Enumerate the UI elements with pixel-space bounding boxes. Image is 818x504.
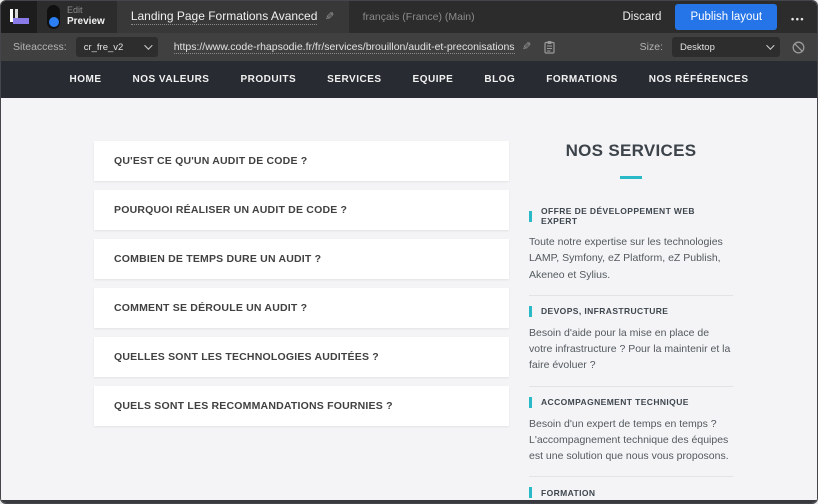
topbar-actions: Discard Publish layout — [622, 1, 817, 33]
service-section: ACCOMPAGNEMENT TECHNIQUE Besoin d'un exp… — [529, 387, 733, 478]
toggle-labels: Edit Preview — [67, 5, 105, 29]
rotate-disabled-icon[interactable] — [792, 41, 805, 54]
siteaccess-value: cr_fre_v2 — [83, 41, 124, 53]
service-header: FORMATION — [529, 487, 733, 499]
preview-mode-label[interactable]: Preview — [67, 16, 105, 29]
nav-item-equipe[interactable]: EQUIPE — [413, 74, 454, 85]
faq-question: QU'EST CE QU'UN AUDIT DE CODE ? — [114, 155, 308, 167]
service-header: ACCOMPAGNEMENT TECHNIQUE — [529, 396, 733, 408]
edit-preview-toggle[interactable]: Edit Preview — [37, 1, 117, 33]
page-title-panel: Landing Page Formations Avanced — [116, 1, 349, 33]
nav-item-nos-references[interactable]: NOS RÉFÉRENCES — [649, 74, 749, 85]
app-logo[interactable] — [1, 1, 37, 33]
siteaccess-label: Siteaccess: — [13, 41, 67, 53]
chevron-down-icon — [143, 41, 153, 50]
service-title[interactable]: ACCOMPAGNEMENT TECHNIQUE — [541, 397, 689, 407]
siteaccess-toolbar: Siteaccess: cr_fre_v2 https://www.code-r… — [1, 33, 817, 61]
service-description: Toute notre expertise sur les technologi… — [529, 236, 723, 281]
size-label: Size: — [639, 41, 663, 53]
service-title[interactable]: DEVOPS, INFRASTRUCTURE — [541, 306, 668, 316]
toggle-switch[interactable] — [47, 5, 60, 29]
nav-item-nos-valeurs[interactable]: NOS VALEURS — [132, 74, 209, 85]
service-section: DEVOPS, INFRASTRUCTURE Besoin d'aide pou… — [529, 296, 733, 387]
site-navigation: HOME NOS VALEURS PRODUITS SERVICES EQUIP… — [1, 61, 817, 98]
nav-item-blog[interactable]: BLOG — [484, 74, 515, 85]
edit-mode-label[interactable]: Edit — [67, 5, 105, 16]
faq-question: POURQUOI RÉALISER UN AUDIT DE CODE ? — [114, 204, 348, 216]
nav-item-produits[interactable]: PRODUITS — [240, 74, 296, 85]
faq-item[interactable]: QU'EST CE QU'UN AUDIT DE CODE ? — [94, 141, 509, 181]
siteaccess-select[interactable]: cr_fre_v2 — [75, 37, 158, 57]
services-sidebar: NOS SERVICES OFFRE DE DÉVELOPPEMENT WEB … — [529, 141, 733, 500]
page-builder-window: Edit Preview Landing Page Formations Ava… — [0, 0, 818, 504]
chevron-down-icon — [766, 41, 775, 50]
edit-title-pencil-icon[interactable] — [325, 12, 334, 23]
faq-item[interactable]: POURQUOI RÉALISER UN AUDIT DE CODE ? — [94, 190, 509, 230]
language-label: français (France) (Main) — [362, 11, 475, 23]
services-heading: NOS SERVICES — [565, 141, 697, 160]
heading-accent-dash — [620, 176, 642, 179]
faq-item[interactable]: QUELS SONT LES RECOMMANDATIONS FOURNIES … — [94, 386, 509, 426]
size-select[interactable]: Desktop — [672, 37, 780, 57]
service-title[interactable]: FORMATION — [541, 488, 595, 498]
page-title[interactable]: Landing Page Formations Avanced — [130, 9, 318, 25]
accent-bar-icon — [529, 305, 532, 317]
service-header: OFFRE DE DÉVELOPPEMENT WEB EXPERT — [529, 206, 733, 226]
services-list: OFFRE DE DÉVELOPPEMENT WEB EXPERT Toute … — [529, 196, 733, 500]
ibexa-logo-icon — [9, 9, 29, 25]
page-preview-content: QU'EST CE QU'UN AUDIT DE CODE ? POURQUOI… — [1, 98, 817, 500]
faq-item[interactable]: COMBIEN DE TEMPS DURE UN AUDIT ? — [94, 239, 509, 279]
accent-bar-icon — [529, 487, 532, 499]
top-toolbar: Edit Preview Landing Page Formations Ava… — [1, 1, 817, 33]
more-options-icon[interactable] — [791, 10, 805, 25]
service-section: FORMATION Besoin de formation sur Symfon… — [529, 477, 733, 500]
size-value: Desktop — [680, 41, 715, 53]
nav-item-home[interactable]: HOME — [69, 74, 101, 85]
faq-question: QUELLES SONT LES TECHNOLOGIES AUDITÉES ? — [114, 351, 379, 363]
discard-button[interactable]: Discard — [622, 11, 661, 23]
edit-url-pencil-icon[interactable] — [522, 42, 531, 53]
toggle-knob — [48, 17, 59, 27]
window-bottom-edge — [1, 500, 817, 503]
faq-accordion: QU'EST CE QU'UN AUDIT DE CODE ? POURQUOI… — [94, 141, 509, 500]
publish-layout-button[interactable]: Publish layout — [675, 4, 778, 30]
accent-bar-icon — [529, 210, 532, 222]
faq-item[interactable]: QUELLES SONT LES TECHNOLOGIES AUDITÉES ? — [94, 337, 509, 377]
accent-bar-icon — [529, 396, 532, 408]
preview-url[interactable]: https://www.code-rhapsodie.fr/fr/service… — [173, 41, 515, 54]
faq-question: COMMENT SE DÉROULE UN AUDIT ? — [114, 302, 308, 314]
service-description: Besoin d'un expert de temps en temps ? L… — [529, 417, 729, 463]
service-description: Besoin d'aide pour la mise en place de v… — [529, 326, 731, 372]
service-title[interactable]: OFFRE DE DÉVELOPPEMENT WEB EXPERT — [541, 206, 733, 226]
service-header: DEVOPS, INFRASTRUCTURE — [529, 305, 733, 317]
nav-item-services[interactable]: SERVICES — [327, 74, 381, 85]
faq-item[interactable]: COMMENT SE DÉROULE UN AUDIT ? — [94, 288, 509, 328]
copy-url-clipboard-icon[interactable] — [544, 40, 555, 54]
faq-question: QUELS SONT LES RECOMMANDATIONS FOURNIES … — [114, 400, 393, 412]
service-section: OFFRE DE DÉVELOPPEMENT WEB EXPERT Toute … — [529, 196, 733, 296]
faq-question: COMBIEN DE TEMPS DURE UN AUDIT ? — [114, 253, 322, 265]
nav-item-formations[interactable]: FORMATIONS — [546, 74, 617, 85]
